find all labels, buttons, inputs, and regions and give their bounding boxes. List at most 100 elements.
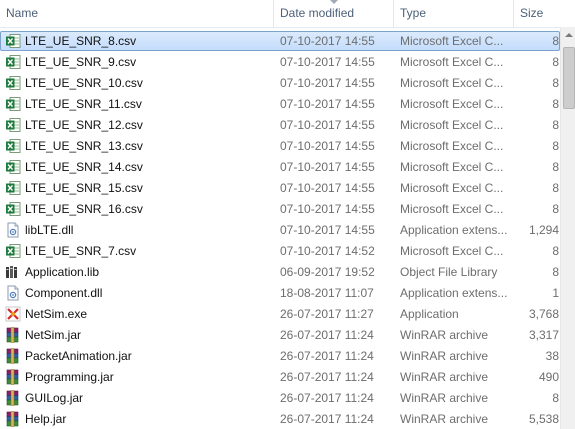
file-size: 38	[545, 349, 559, 363]
winrar-icon	[5, 411, 21, 427]
file-type: WinRAR archive	[400, 370, 489, 384]
file-name: LTE_UE_SNR_7.csv	[25, 244, 137, 258]
dll-icon	[5, 285, 21, 301]
dll-icon	[5, 222, 21, 238]
file-type: Application extens...	[400, 223, 508, 237]
column-header-size[interactable]: Size	[514, 0, 560, 27]
file-type: Microsoft Excel C...	[400, 118, 504, 132]
file-name: LTE_UE_SNR_9.csv	[25, 55, 137, 69]
file-name: Application.lib	[25, 265, 100, 279]
winrar-icon	[5, 369, 21, 385]
excel-csv-icon	[5, 243, 21, 259]
file-row[interactable]: LTE_UE_SNR_14.csv 07-10-2017 14:55 Microso…	[0, 157, 560, 177]
file-date-modified: 26-07-2017 11:24	[280, 349, 374, 363]
column-header-type[interactable]: Type	[394, 0, 514, 27]
file-date-modified: 07-10-2017 14:55	[280, 34, 375, 48]
file-name: NetSim.jar	[25, 328, 82, 342]
file-name: Programming.jar	[25, 370, 114, 384]
file-size: 8	[552, 160, 559, 174]
file-row[interactable]: Application.lib 06-09-2017 19:52 Object Fi…	[0, 262, 560, 282]
column-header-name-label: Name	[6, 6, 39, 20]
scroll-up-arrow-icon[interactable]	[561, 27, 575, 43]
file-row[interactable]: LTE_UE_SNR_13.csv 07-10-2017 14:55 Microso…	[0, 136, 560, 156]
excel-csv-icon	[5, 159, 21, 175]
excel-csv-icon	[5, 96, 21, 112]
file-name: libLTE.dll	[25, 223, 74, 237]
file-date-modified: 07-10-2017 14:55	[280, 223, 375, 237]
file-date-modified: 07-10-2017 14:55	[280, 97, 375, 111]
file-row[interactable]: GUILog.jar 26-07-2017 11:24 WinRAR archive…	[0, 388, 560, 408]
winrar-icon	[5, 390, 21, 406]
column-header-date-label: Date modified	[280, 6, 355, 20]
lib-icon	[5, 264, 21, 280]
file-row[interactable]: Component.dll 18-08-2017 11:07 Application…	[0, 283, 560, 303]
file-row[interactable]: LTE_UE_SNR_11.csv 07-10-2017 14:55 Microso…	[0, 94, 560, 114]
file-date-modified: 26-07-2017 11:24	[280, 412, 374, 426]
file-name: LTE_UE_SNR_15.csv	[25, 181, 143, 195]
column-header-type-label: Type	[400, 6, 427, 20]
file-row[interactable]: LTE_UE_SNR_7.csv 07-10-2017 14:52 Microsof…	[0, 241, 560, 261]
file-date-modified: 07-10-2017 14:55	[280, 118, 375, 132]
file-row[interactable]: Programming.jar 26-07-2017 11:24 WinRAR ar…	[0, 367, 560, 387]
file-name: Help.jar	[25, 412, 67, 426]
file-size: 8	[552, 202, 559, 216]
winrar-icon	[5, 348, 21, 364]
file-name: LTE_UE_SNR_11.csv	[25, 97, 142, 111]
column-header-size-label: Size	[520, 6, 544, 20]
file-name: LTE_UE_SNR_14.csv	[25, 160, 143, 174]
file-size: 8	[552, 34, 559, 48]
excel-csv-icon	[5, 75, 21, 91]
file-type: Microsoft Excel C...	[400, 139, 504, 153]
file-row[interactable]: LTE_UE_SNR_10.csv 07-10-2017 14:55 Microso…	[0, 73, 560, 93]
column-header-name[interactable]: Name	[0, 0, 274, 27]
file-type: Microsoft Excel C...	[400, 34, 504, 48]
file-name: LTE_UE_SNR_10.csv	[25, 76, 143, 90]
file-size: 8	[552, 391, 559, 405]
vertical-scrollbar[interactable]	[560, 27, 575, 429]
file-name: Component.dll	[25, 286, 103, 300]
file-type: Microsoft Excel C...	[400, 160, 504, 174]
file-row[interactable]: NetSim.jar 26-07-2017 11:24 WinRAR archive…	[0, 325, 560, 345]
file-name: NetSim.exe	[25, 307, 88, 321]
file-row[interactable]: LTE_UE_SNR_15.csv 07-10-2017 14:55 Microso…	[0, 178, 560, 198]
winrar-icon	[5, 327, 21, 343]
column-header-bar: Name Date modified Type Size	[0, 0, 575, 28]
file-size: 1,294	[528, 223, 559, 237]
sort-arrow-icon	[330, 0, 338, 4]
file-type: WinRAR archive	[400, 349, 489, 363]
file-size: 8	[552, 118, 559, 132]
file-date-modified: 06-09-2017 19:52	[280, 265, 375, 279]
file-row[interactable]: NetSim.exe 26-07-2017 11:27 Application 3,7…	[0, 304, 560, 324]
excel-csv-icon	[5, 54, 21, 70]
file-row[interactable]: libLTE.dll 07-10-2017 14:55 Application ex…	[0, 220, 560, 240]
file-size: 5,538	[528, 412, 559, 426]
file-row[interactable]: LTE_UE_SNR_8.csv 07-10-2017 14:55 Microsof…	[0, 31, 560, 51]
file-row[interactable]: LTE_UE_SNR_12.csv 07-10-2017 14:55 Microso…	[0, 115, 560, 135]
scrollbar-thumb[interactable]	[563, 47, 575, 109]
column-header-date[interactable]: Date modified	[274, 0, 394, 27]
file-type: Application extens...	[400, 286, 508, 300]
file-row[interactable]: LTE_UE_SNR_16.csv 07-10-2017 14:55 Microso…	[0, 199, 560, 219]
file-row[interactable]: LTE_UE_SNR_9.csv 07-10-2017 14:55 Microsof…	[0, 52, 560, 72]
file-type: Microsoft Excel C...	[400, 181, 504, 195]
file-name: LTE_UE_SNR_16.csv	[25, 202, 143, 216]
file-date-modified: 07-10-2017 14:55	[280, 76, 375, 90]
file-row[interactable]: Help.jar 26-07-2017 11:24 WinRAR archive 5,…	[0, 409, 560, 429]
file-size: 1	[552, 286, 559, 300]
file-row[interactable]: PacketAnimation.jar 26-07-2017 11:24 WinRA…	[0, 346, 560, 366]
file-name: GUILog.jar	[25, 391, 84, 405]
file-date-modified: 07-10-2017 14:55	[280, 55, 375, 69]
excel-csv-icon	[5, 138, 21, 154]
file-list: LTE_UE_SNR_8.csv 07-10-2017 14:55 Microsof…	[0, 31, 560, 429]
file-type: Microsoft Excel C...	[400, 55, 504, 69]
file-size: 8	[552, 181, 559, 195]
file-name: LTE_UE_SNR_12.csv	[25, 118, 143, 132]
excel-csv-icon	[5, 117, 21, 133]
file-size: 3,768	[528, 307, 559, 321]
file-type: WinRAR archive	[400, 391, 489, 405]
file-date-modified: 26-07-2017 11:24	[280, 370, 374, 384]
file-size: 8	[552, 55, 559, 69]
file-date-modified: 07-10-2017 14:55	[280, 181, 375, 195]
file-size: 8	[552, 139, 559, 153]
file-date-modified: 26-07-2017 11:24	[280, 391, 374, 405]
